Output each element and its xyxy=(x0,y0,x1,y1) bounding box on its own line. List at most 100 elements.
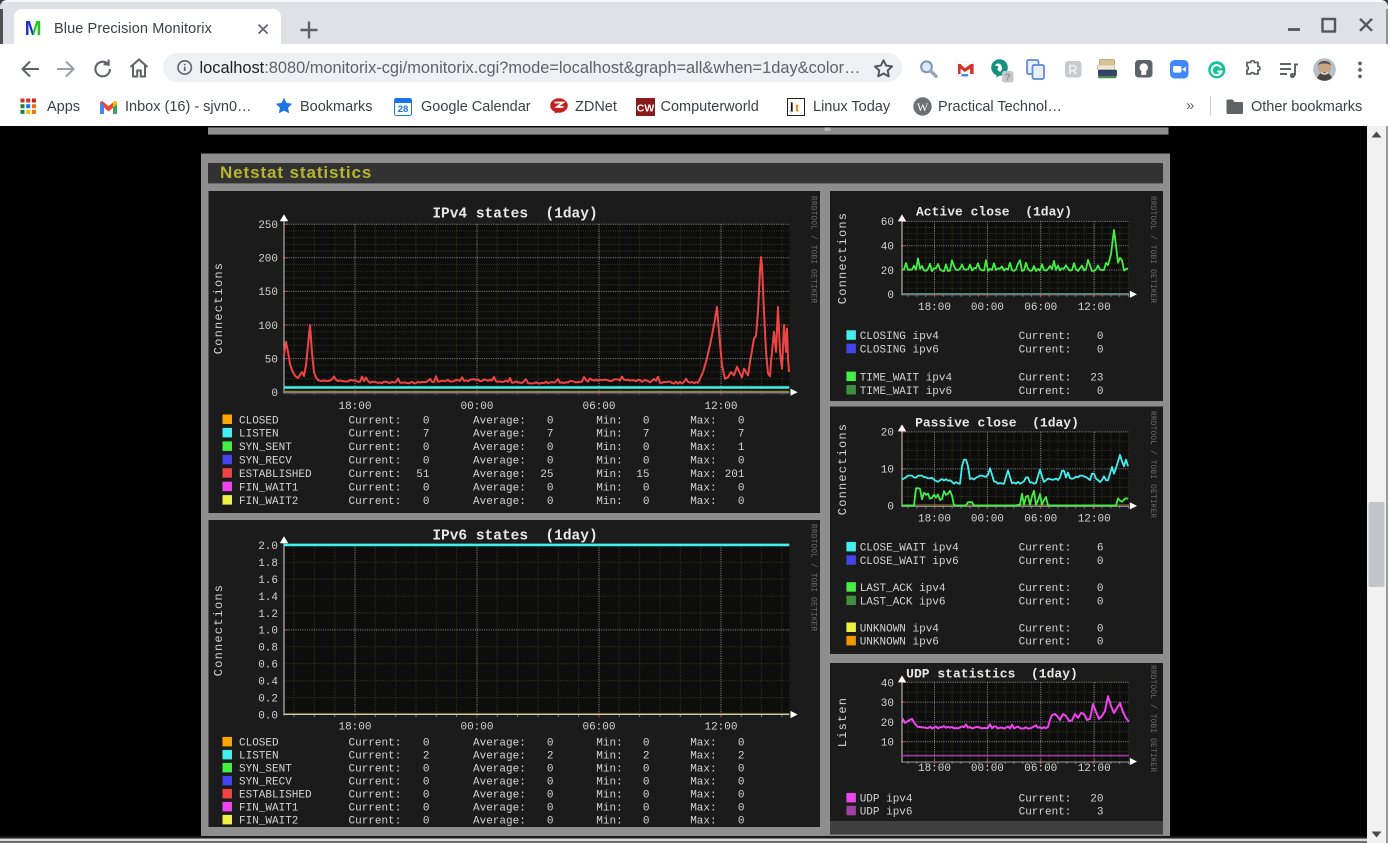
svg-text:Connections: Connections xyxy=(836,423,850,515)
svg-text:0: 0 xyxy=(643,777,650,789)
svg-text:18:00: 18:00 xyxy=(338,722,371,734)
svg-text:0.4: 0.4 xyxy=(258,677,278,689)
svg-text:RRDTOOL / TOBI OETIKER: RRDTOOL / TOBI OETIKER xyxy=(809,524,817,631)
svg-text:0: 0 xyxy=(643,790,650,802)
svg-text:Current:: Current: xyxy=(1019,637,1072,649)
svg-text:0: 0 xyxy=(643,803,650,815)
svg-text:06:00: 06:00 xyxy=(582,722,615,734)
svg-text:0: 0 xyxy=(423,496,430,508)
svg-text:0: 0 xyxy=(1097,331,1104,343)
svg-text:IPv4 states (1day): IPv4 states (1day) xyxy=(432,207,597,223)
svg-text:Average:: Average: xyxy=(473,442,526,454)
svg-text:15: 15 xyxy=(636,469,649,481)
svg-text:201: 201 xyxy=(725,469,745,481)
svg-text:Min:: Min: xyxy=(596,429,622,441)
svg-text:ESTABLISHED: ESTABLISHED xyxy=(239,790,312,802)
svg-text:Current:: Current: xyxy=(1019,623,1072,635)
svg-text:0: 0 xyxy=(547,415,554,427)
svg-text:2: 2 xyxy=(738,751,745,763)
svg-text:200: 200 xyxy=(258,254,278,266)
svg-text:18:00: 18:00 xyxy=(918,513,951,525)
svg-text:Current:: Current: xyxy=(1019,583,1072,595)
svg-text:0: 0 xyxy=(547,816,554,828)
svg-text:Current:: Current: xyxy=(1019,556,1072,568)
svg-text:10: 10 xyxy=(881,465,894,477)
svg-text:0: 0 xyxy=(643,496,650,508)
svg-text:Average:: Average: xyxy=(473,415,526,427)
svg-text:20: 20 xyxy=(1090,794,1103,806)
svg-text:Max:: Max: xyxy=(690,456,716,468)
svg-text:TIME_WAIT ipv6: TIME_WAIT ipv6 xyxy=(860,386,952,398)
svg-text:40: 40 xyxy=(881,678,894,690)
svg-text:CLOSED: CLOSED xyxy=(239,738,279,750)
svg-text:CLOSING ipv6: CLOSING ipv6 xyxy=(860,345,939,357)
svg-text:12:00: 12:00 xyxy=(1078,763,1111,775)
svg-text:7: 7 xyxy=(738,429,745,441)
svg-text:Average:: Average: xyxy=(473,469,526,481)
svg-text:Max:: Max: xyxy=(690,483,716,495)
svg-text:00:00: 00:00 xyxy=(971,763,1004,775)
svg-text:Min:: Min: xyxy=(596,738,622,750)
svg-text:UDP ipv6: UDP ipv6 xyxy=(860,807,913,819)
svg-text:2.0: 2.0 xyxy=(258,541,278,553)
svg-text:LAST_ACK ipv4: LAST_ACK ipv4 xyxy=(860,583,946,595)
svg-text:TIME_WAIT ipv4: TIME_WAIT ipv4 xyxy=(860,372,953,384)
svg-text:0: 0 xyxy=(1097,637,1104,649)
svg-text:0: 0 xyxy=(1097,596,1104,608)
svg-text:6: 6 xyxy=(1097,543,1104,555)
svg-text:Current:: Current: xyxy=(349,496,402,508)
svg-text:0: 0 xyxy=(887,502,894,514)
svg-text:Min:: Min: xyxy=(596,496,622,508)
svg-text:0: 0 xyxy=(423,790,430,802)
svg-text:UDP ipv4: UDP ipv4 xyxy=(860,794,913,806)
svg-text:250: 250 xyxy=(258,220,278,232)
svg-text:ESTABLISHED: ESTABLISHED xyxy=(239,469,312,481)
svg-text:Max:: Max: xyxy=(690,469,716,481)
svg-text:0: 0 xyxy=(423,764,430,776)
svg-text:0: 0 xyxy=(1097,556,1104,568)
svg-text:0: 0 xyxy=(423,483,430,495)
svg-text:UNKNOWN ipv4: UNKNOWN ipv4 xyxy=(860,623,940,635)
svg-text:SYN_SENT: SYN_SENT xyxy=(239,764,292,776)
svg-text:Average:: Average: xyxy=(473,777,526,789)
svg-text:FIN_WAIT1: FIN_WAIT1 xyxy=(239,483,299,495)
svg-text:20: 20 xyxy=(881,266,894,278)
svg-text:UDP statistics (1day): UDP statistics (1day) xyxy=(906,666,1078,681)
svg-text:0.2: 0.2 xyxy=(258,693,278,705)
svg-text:0: 0 xyxy=(271,388,278,400)
svg-text:Average:: Average: xyxy=(473,751,526,763)
svg-text:CLOSE_WAIT ipv4: CLOSE_WAIT ipv4 xyxy=(860,543,959,555)
svg-text:12:00: 12:00 xyxy=(1078,302,1111,314)
svg-text:0: 0 xyxy=(643,442,650,454)
svg-text:7: 7 xyxy=(423,429,430,441)
svg-text:Current:: Current: xyxy=(1019,807,1072,819)
svg-text:RRDTOOL / TOBI OETIKER: RRDTOOL / TOBI OETIKER xyxy=(1148,411,1156,518)
svg-text:0: 0 xyxy=(738,456,745,468)
svg-text:Min:: Min: xyxy=(596,751,622,763)
svg-text:Average:: Average: xyxy=(473,803,526,815)
svg-text:18:00: 18:00 xyxy=(338,401,371,413)
svg-text:Current:: Current: xyxy=(1019,372,1072,384)
svg-text:3: 3 xyxy=(1097,807,1104,819)
svg-text:1.6: 1.6 xyxy=(258,575,278,587)
svg-text:20: 20 xyxy=(881,428,894,440)
svg-text:Max:: Max: xyxy=(690,496,716,508)
svg-text:10: 10 xyxy=(881,738,894,750)
svg-text:Current:: Current: xyxy=(1019,596,1072,608)
svg-text:Max:: Max: xyxy=(690,790,716,802)
svg-text:2: 2 xyxy=(423,751,430,763)
svg-text:0: 0 xyxy=(887,290,894,302)
svg-text:Current:: Current: xyxy=(1019,331,1072,343)
svg-text:SYN_RECV: SYN_RECV xyxy=(239,456,292,468)
svg-text:0: 0 xyxy=(643,738,650,750)
svg-text:Min:: Min: xyxy=(596,442,622,454)
svg-text:0: 0 xyxy=(547,442,554,454)
svg-text:Current:: Current: xyxy=(349,803,402,815)
svg-text:2: 2 xyxy=(643,751,650,763)
svg-text:Min:: Min: xyxy=(596,764,622,776)
svg-text:Average:: Average: xyxy=(473,496,526,508)
svg-text:06:00: 06:00 xyxy=(1024,513,1057,525)
svg-text:LISTEN: LISTEN xyxy=(239,751,279,763)
svg-text:Average:: Average: xyxy=(473,456,526,468)
svg-text:0: 0 xyxy=(738,764,745,776)
